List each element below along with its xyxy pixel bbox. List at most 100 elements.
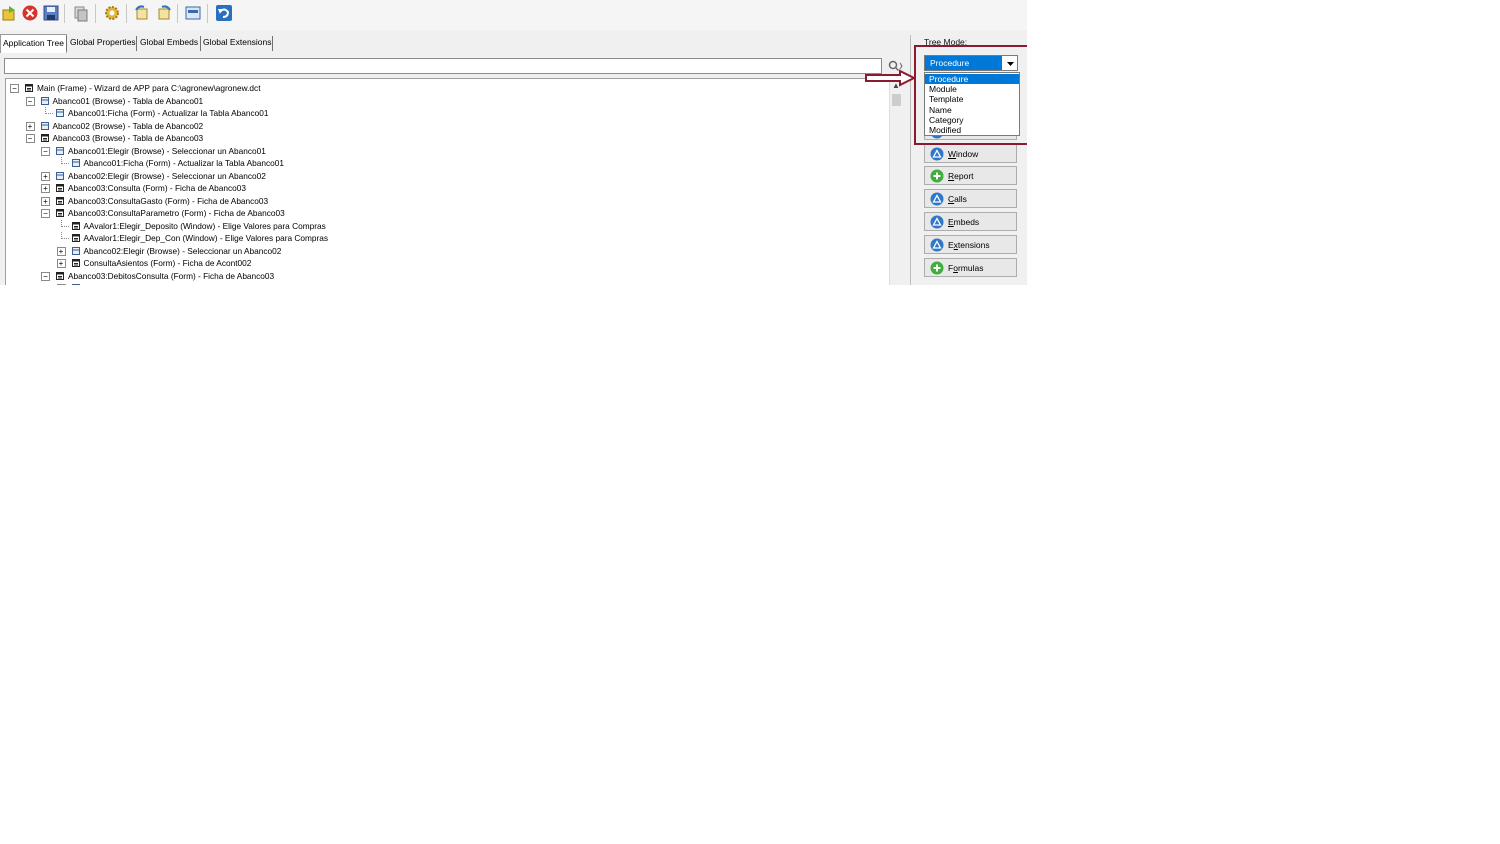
browse-icon [40, 96, 49, 105]
button-label: Calls [948, 194, 967, 204]
annotation-arrow-icon [865, 69, 916, 87]
tree-item-label: Abanco03:DebitosConsulta (Form) - Ficha … [68, 270, 275, 281]
search-input[interactable] [4, 58, 882, 74]
collapse-icon[interactable]: − [10, 84, 19, 93]
frame-icon [56, 184, 64, 192]
tree-item[interactable]: + Abanco02:Elegir (Browse) - Seleccionar … [6, 170, 886, 182]
collapse-icon[interactable]: − [25, 96, 35, 106]
button-label: Window [948, 149, 979, 159]
settings-icon[interactable] [103, 4, 121, 22]
triangle-icon [930, 147, 944, 161]
tree-item[interactable]: AAvalor1:Elegir_Deposito (Window) - Elig… [6, 219, 886, 232]
plus-icon [930, 169, 944, 183]
scroll-thumb[interactable] [892, 94, 901, 106]
tree-item-label: Abanco02 (Browse) - Tabla de Abanco02 [52, 120, 204, 131]
close-icon[interactable] [21, 4, 39, 22]
frame-icon [71, 259, 80, 267]
copy-icon[interactable] [72, 4, 90, 22]
tree-item-label: Abanco01 (Browse) - Tabla de Abanco01 [52, 95, 204, 106]
tree-connector [60, 219, 69, 227]
expand-icon[interactable]: + [56, 259, 66, 268]
tab-label: Global Properties [70, 37, 136, 47]
expand-icon[interactable]: + [56, 284, 66, 285]
tree-item-label: Abanco03:Consulta (Form) - Ficha de Aban… [68, 183, 247, 193]
tree-connector [60, 157, 69, 164]
frame-icon [40, 134, 49, 142]
tree-item[interactable]: − Abanco03:DebitosConsulta (Form) - Ficha… [6, 270, 886, 282]
tab-global-properties[interactable]: Global Properties [68, 34, 138, 51]
frame-icon [56, 209, 64, 217]
report-button[interactable]: Report [924, 166, 1017, 185]
triangle-icon [930, 192, 944, 206]
calls-button[interactable]: Calls [924, 189, 1017, 208]
button-label: Embeds [948, 217, 980, 227]
tree-item-label: Abanco02:Elegir (Browse) - Seleccionar u… [84, 282, 282, 285]
expand-icon[interactable]: + [41, 196, 50, 206]
tree-item-label: AAvalor1:Elegir_Dep_Con (Window) - Elige… [83, 233, 329, 243]
browse-icon [56, 146, 64, 155]
tree-item[interactable]: + Abanco03:Consulta (Form) - Ficha de Aba… [6, 182, 886, 194]
tree-item[interactable]: − Abanco03:ConsultaParametro (Form) - Fic… [6, 207, 886, 219]
tree-item[interactable]: + Abanco02 (Browse) - Tabla de Abanco02 [6, 120, 886, 132]
toolbar [0, 0, 1027, 30]
tree-item[interactable]: AAvalor1:Elegir_Dep_Con (Window) - Elige… [6, 232, 886, 244]
expand-icon[interactable]: + [41, 184, 50, 193]
browse-icon [40, 121, 49, 130]
expand-icon[interactable]: + [25, 121, 35, 131]
tree-item-label: Abanco02:Elegir (Browse) - Seleccionar u… [83, 245, 282, 256]
tree-item[interactable]: − Abanco01 (Browse) - Tabla de Abanco01 [6, 95, 886, 107]
dictionary-icon[interactable] [184, 4, 202, 22]
browse-icon [71, 159, 80, 167]
undo-icon[interactable] [215, 4, 233, 22]
extensions-button[interactable]: Extensions [924, 235, 1017, 254]
browse-icon [71, 246, 80, 255]
expand-icon[interactable]: + [56, 246, 66, 256]
triangle-icon [930, 238, 944, 252]
tree-item-label: Abanco01:Elegir (Browse) - Seleccionar u… [68, 145, 266, 156]
formulas-button[interactable]: Formulas [924, 258, 1017, 277]
tree-item-label: Abanco01:Ficha (Form) - Actualizar la Ta… [68, 108, 269, 118]
highlight-box [914, 45, 1027, 145]
tab-global-embeds[interactable]: Global Embeds [138, 34, 200, 51]
tree-item[interactable]: + Abanco03:ConsultaGasto (Form) - Ficha d… [6, 195, 886, 207]
tree-item-label: Abanco01:Ficha (Form) - Actualizar la Ta… [83, 158, 284, 168]
tab-application-tree[interactable]: Application Tree [0, 34, 67, 53]
tree-item[interactable]: + Abanco02:Elegir (Browse) - Seleccionar … [6, 282, 886, 285]
embeds-button[interactable]: Embeds [924, 212, 1017, 231]
tree-scrollbar[interactable]: ▲ [889, 78, 903, 285]
tree-item-label: Main (Frame) - Wizard de APP para C:\agr… [37, 83, 261, 93]
collapse-icon[interactable]: − [41, 146, 50, 156]
frame-icon [25, 84, 33, 92]
tab-global-extensions[interactable]: Global Extensions [201, 34, 274, 51]
new-icon[interactable] [0, 4, 18, 22]
tab-label: Application Tree [3, 38, 64, 48]
tab-label: Global Extensions [203, 37, 272, 47]
tree-item[interactable]: + Abanco02:Elegir (Browse) - Seleccionar … [6, 245, 886, 257]
frame-icon [71, 234, 80, 242]
expand-icon[interactable]: + [41, 171, 50, 181]
application-tree[interactable]: − Main (Frame) - Wizard de APP para C:\ag… [5, 78, 892, 285]
triangle-icon [930, 215, 944, 229]
tree-item-label: Abanco02:Elegir (Browse) - Seleccionar u… [68, 170, 266, 181]
tree-item-label: Abanco03:ConsultaParametro (Form) - Fich… [68, 208, 285, 218]
collapse-icon[interactable]: − [41, 209, 50, 218]
window-button[interactable]: Window [924, 144, 1017, 163]
tree-item[interactable]: + ConsultaAsientos (Form) - Ficha de Acon… [6, 257, 886, 269]
button-label: Report [948, 171, 974, 181]
tree-item[interactable]: Abanco01:Ficha (Form) - Actualizar la Ta… [6, 157, 886, 169]
tree-item[interactable]: − Main (Frame) - Wizard de APP para C:\ag… [6, 82, 886, 94]
export-icon[interactable] [155, 4, 173, 22]
refresh-icon[interactable] [133, 4, 151, 22]
tree-item[interactable]: Abanco01:Ficha (Form) - Actualizar la Ta… [6, 107, 886, 119]
browse-icon [56, 171, 64, 180]
tree-connector [45, 107, 53, 114]
tree-item-label: AAvalor1:Elegir_Deposito (Window) - Elig… [83, 220, 326, 231]
button-label: Formulas [948, 263, 984, 273]
tree-item[interactable]: − Abanco01:Elegir (Browse) - Seleccionar … [6, 145, 886, 157]
tree-item[interactable]: − Abanco03 (Browse) - Tabla de Abanco03 [6, 132, 886, 144]
browse-icon [71, 284, 80, 285]
collapse-icon[interactable]: − [41, 271, 50, 281]
tree-item-label: Abanco03:ConsultaGasto (Form) - Ficha de… [68, 195, 269, 206]
save-icon[interactable] [42, 4, 60, 22]
collapse-icon[interactable]: − [25, 134, 35, 143]
